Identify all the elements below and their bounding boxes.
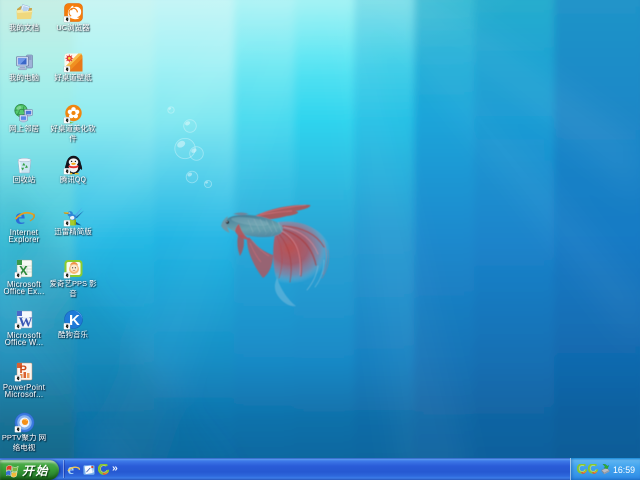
svg-text:K: K <box>69 312 80 329</box>
svg-text:P: P <box>19 364 26 376</box>
svg-text:e: e <box>15 206 25 227</box>
